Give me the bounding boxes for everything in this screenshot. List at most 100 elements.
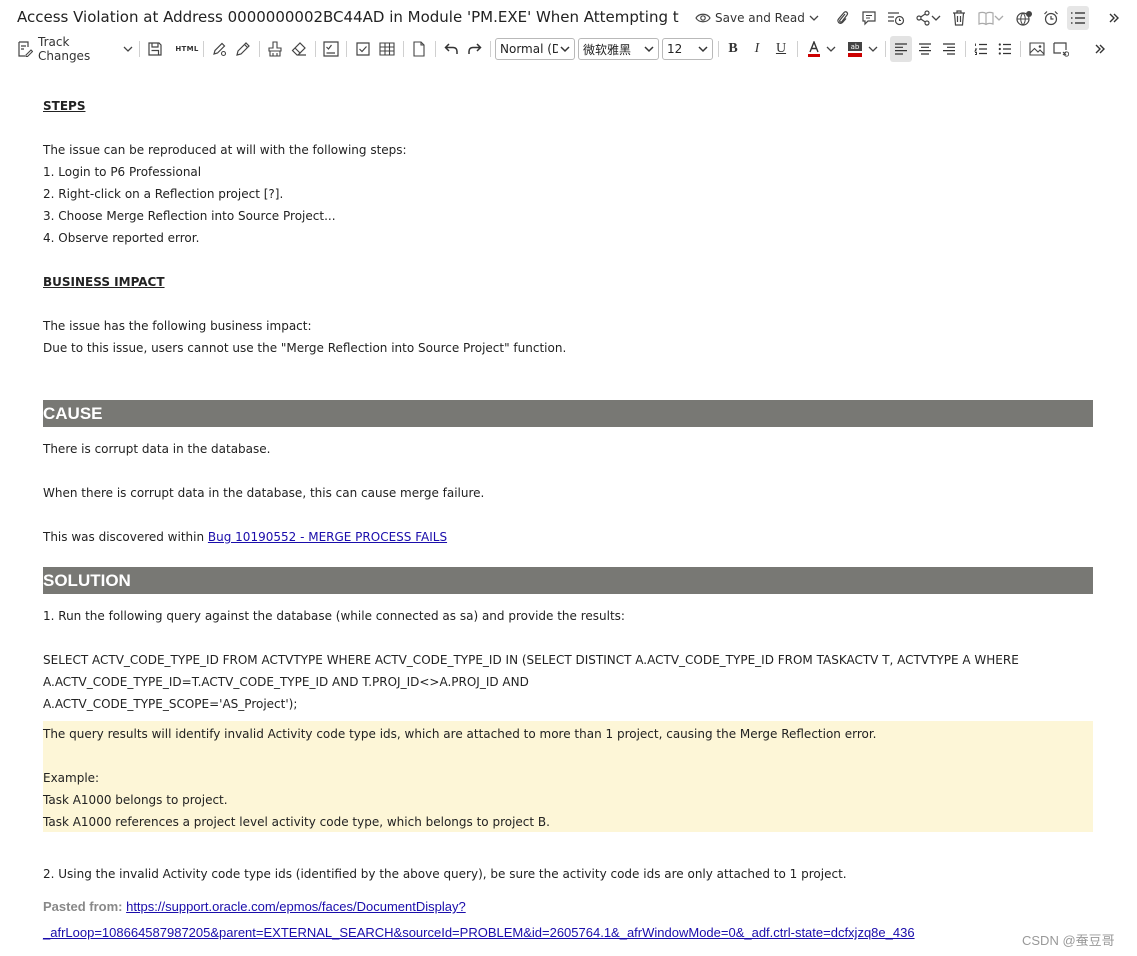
highlight-color-button[interactable]: ab (843, 36, 881, 62)
history-icon (887, 10, 905, 26)
numbered-list-icon (974, 43, 988, 55)
save-and-read-button[interactable]: Save and Read (695, 6, 819, 30)
align-right-icon (942, 43, 956, 55)
pencil-button[interactable] (232, 36, 254, 62)
note-line: The query results will identify invalid … (43, 727, 877, 741)
more-tools-button[interactable] (1090, 36, 1110, 62)
align-left-button[interactable] (890, 36, 912, 62)
outline-button[interactable] (1066, 6, 1089, 30)
toolbar-divider (403, 41, 404, 57)
screenshot-button[interactable] (1050, 36, 1072, 62)
font-size-select[interactable]: 12 (662, 38, 713, 60)
notebook-button[interactable] (975, 6, 1007, 30)
format-painter-icon (268, 41, 282, 57)
table-button[interactable] (376, 36, 398, 62)
paperclip-icon (835, 10, 849, 26)
save-button[interactable] (145, 36, 165, 62)
comment-button[interactable] (858, 6, 880, 30)
sql-query-line: A.ACTV_CODE_TYPE_SCOPE='AS_Project'); (43, 697, 298, 711)
image-icon (1029, 42, 1045, 56)
numbered-list-button[interactable] (970, 36, 992, 62)
screenshot-icon (1053, 41, 1069, 57)
document-body[interactable]: STEPS The issue can be reproduced at wil… (0, 62, 1137, 956)
html-button[interactable]: HTML (175, 36, 199, 62)
document-icon (412, 41, 426, 57)
svg-text:ab: ab (850, 43, 859, 51)
toolbar-divider (965, 41, 966, 57)
bullet-list-icon (998, 43, 1012, 55)
watermark: CSDN @蚕豆哥 (1022, 933, 1115, 948)
align-center-button[interactable] (914, 36, 936, 62)
toolbar-divider (139, 41, 140, 57)
italic-button[interactable]: I (747, 36, 767, 62)
chevron-down-icon (809, 14, 819, 22)
align-right-button[interactable] (938, 36, 960, 62)
undo-icon (444, 43, 458, 55)
step-item: 3. Choose Merge Reflection into Source P… (43, 209, 336, 223)
underline-button[interactable]: U (771, 36, 791, 62)
source-link-continued: _afrLoop=108664587987205&parent=EXTERNAL… (43, 922, 915, 944)
pasted-from: Pasted from: https://support.oracle.com/… (43, 896, 466, 918)
chevron-down-icon (559, 42, 571, 59)
chevron-down-icon (826, 45, 836, 53)
track-changes-button[interactable]: Track Changes (17, 35, 133, 63)
location-button[interactable] (1013, 6, 1035, 30)
bullet-list-button[interactable] (994, 36, 1016, 62)
reminder-button[interactable] (1040, 6, 1062, 30)
impact-text: Due to this issue, users cannot use the … (43, 341, 567, 355)
floppy-disk-icon (148, 42, 162, 56)
attachment-button[interactable] (831, 6, 853, 30)
toolbar-divider (315, 41, 316, 57)
paragraph-style-select[interactable]: Normal (DIV) (495, 38, 575, 60)
impact-intro: The issue has the following business imp… (43, 319, 312, 333)
insert-image-button[interactable] (1026, 36, 1048, 62)
font-color-button[interactable] (802, 36, 840, 62)
trash-icon (952, 10, 966, 26)
eraser-icon (291, 41, 307, 57)
toolbar-divider (346, 41, 347, 57)
note-line: Task A1000 belongs to project. (43, 793, 228, 807)
step-item: 4. Observe reported error. (43, 231, 200, 245)
title-actions: Save and Read (695, 6, 1124, 30)
insert-file-button[interactable] (408, 36, 430, 62)
chevron-down-icon (697, 42, 709, 59)
cause-bug-prefix: This was discovered within (43, 530, 208, 544)
undo-button[interactable] (440, 36, 462, 62)
book-icon (978, 10, 994, 26)
bold-button[interactable]: B (723, 36, 743, 62)
history-button[interactable] (885, 6, 907, 30)
edit-link-button[interactable] (208, 36, 230, 62)
title-bar: Access Violation at Address 0000000002BC… (0, 0, 1137, 36)
pen-link-icon (211, 41, 227, 57)
chevron-down-icon (643, 42, 655, 59)
checkbox-button[interactable] (352, 36, 374, 62)
clear-format-button[interactable] (288, 36, 310, 62)
paragraph-style-value: Normal (DIV) (500, 42, 558, 56)
cause-text: When there is corrupt data in the databa… (43, 486, 485, 500)
step-item: 2. Right-click on a Reflection project [… (43, 187, 284, 201)
font-family-select[interactable]: 微软雅黑 (578, 38, 659, 60)
share-button[interactable] (912, 6, 944, 30)
insert-checklist-button[interactable] (320, 36, 342, 62)
bug-link[interactable]: Bug 10190552 - MERGE PROCESS FAILS (208, 530, 447, 544)
solution-step: 2. Using the invalid Activity code type … (43, 867, 847, 881)
toolbar-divider (718, 41, 719, 57)
chevron-down-icon (994, 14, 1004, 22)
more-actions-button[interactable] (1104, 6, 1124, 30)
source-link[interactable]: https://support.oracle.com/epmos/faces/D… (126, 899, 466, 914)
cause-bug-reference: This was discovered within Bug 10190552 … (43, 526, 447, 548)
source-link[interactable]: _afrLoop=108664587987205&parent=EXTERNAL… (43, 925, 915, 940)
chevron-down-icon (123, 45, 133, 53)
toolbar-divider (259, 41, 260, 57)
delete-button[interactable] (948, 6, 970, 30)
step-item: 1. Login to P6 Professional (43, 165, 202, 179)
pencil-icon (235, 41, 251, 57)
format-painter-button[interactable] (264, 36, 286, 62)
pasted-from-label: Pasted from: (43, 899, 123, 914)
toolbar-divider (1020, 41, 1021, 57)
note-line: Example: (43, 771, 100, 785)
html-label: HTML (175, 45, 199, 53)
redo-button[interactable] (464, 36, 486, 62)
toolbar-divider (797, 41, 798, 57)
track-changes-label: Track Changes (38, 35, 91, 63)
